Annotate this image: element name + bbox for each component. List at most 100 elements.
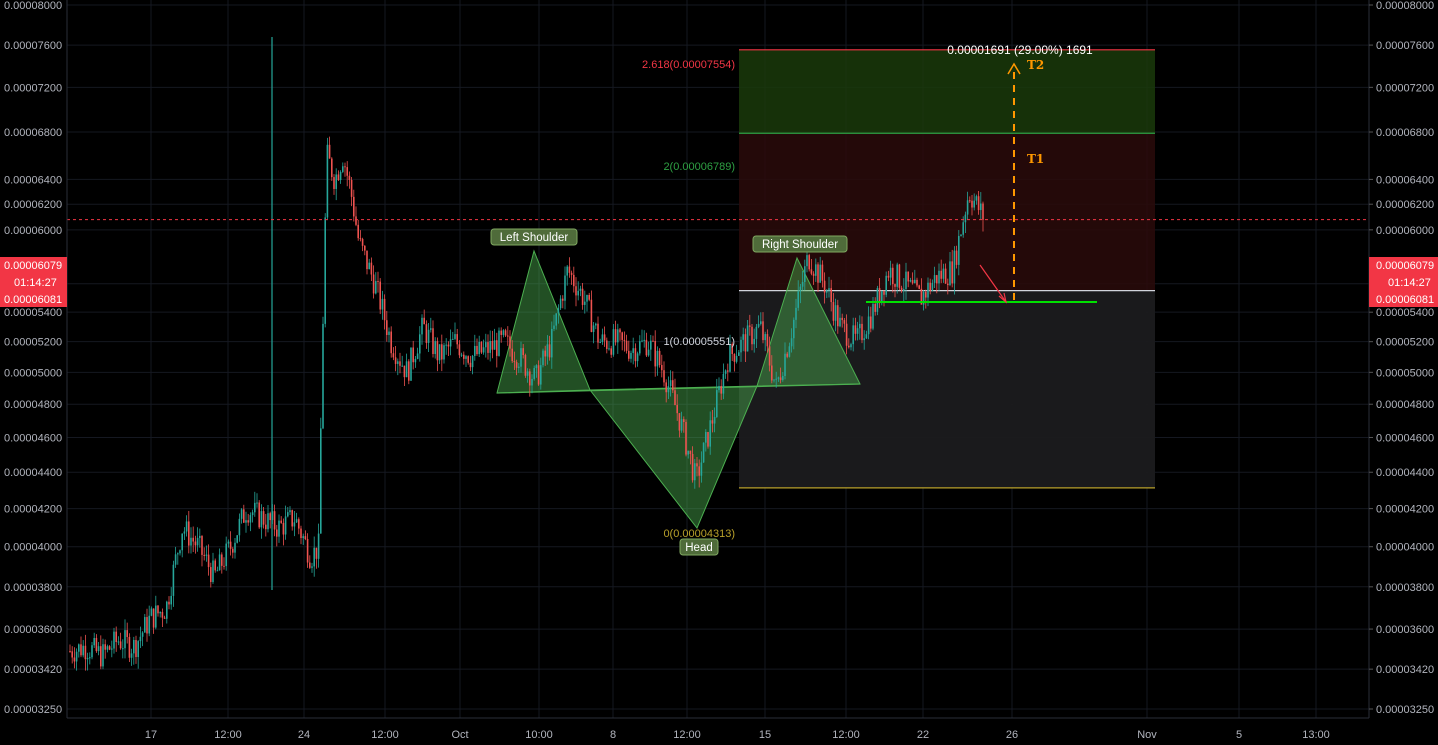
right-shoulder-tag[interactable]: Right Shoulder <box>752 235 848 253</box>
candle-body <box>135 639 137 658</box>
candle-body <box>412 347 414 363</box>
candle-body <box>166 601 168 619</box>
candle-body <box>258 502 260 528</box>
candle-body <box>949 261 951 286</box>
candle-body <box>491 341 494 350</box>
fib-label-2: 2(0.00006789) <box>663 161 735 173</box>
candle-body <box>977 196 980 211</box>
candle-body <box>711 420 714 424</box>
candle-body <box>749 325 751 327</box>
candle-body <box>735 355 738 362</box>
candle-body <box>865 334 868 339</box>
candle-body <box>423 317 425 325</box>
candle-body <box>790 338 793 347</box>
y-tick-label-right: 0.00004000 <box>1376 542 1434 554</box>
candle-body <box>394 357 397 364</box>
svg-text:01:14:27: 01:14:27 <box>14 277 57 289</box>
candle-body <box>751 326 753 345</box>
candle-body <box>300 528 302 539</box>
candle-body <box>535 365 538 369</box>
candle-body <box>441 344 443 360</box>
candle-body <box>115 631 117 642</box>
candle-body <box>276 529 278 537</box>
candle-body <box>511 348 513 362</box>
candle-body <box>892 267 894 285</box>
candle-body <box>399 361 401 366</box>
y-tick-label-right: 0.00006000 <box>1376 225 1434 237</box>
candle-body <box>333 177 335 189</box>
candle-body <box>859 323 861 329</box>
candle-body <box>388 331 390 335</box>
candle-body <box>179 550 181 554</box>
candle-body <box>482 347 485 353</box>
y-tick-label-right: 0.00003420 <box>1376 664 1434 676</box>
svg-text:0.00006081: 0.00006081 <box>4 294 62 306</box>
candle-body <box>357 224 359 239</box>
candle-body <box>225 543 227 567</box>
candle-body <box>927 282 929 298</box>
candle-body <box>680 419 683 431</box>
candle-body <box>876 288 879 312</box>
svg-text:0.00006079: 0.00006079 <box>4 260 62 272</box>
x-tick-label: 5 <box>1236 729 1242 741</box>
y-tick-label-right: 0.00003250 <box>1376 704 1434 716</box>
candle-body <box>91 645 93 658</box>
candle-body <box>291 510 293 527</box>
candle-body <box>313 547 315 567</box>
candle-body <box>936 275 938 284</box>
candle-body <box>137 641 139 658</box>
candle-body <box>705 432 707 443</box>
candle-body <box>931 282 934 291</box>
candle-body <box>896 264 898 287</box>
candle-body <box>177 553 179 555</box>
candle-body <box>390 331 392 354</box>
candle-body <box>172 564 175 596</box>
y-tick-label-left: 0.00004600 <box>4 432 62 444</box>
candle-body <box>588 294 590 300</box>
candle-body <box>227 541 230 544</box>
candle-body <box>298 519 300 529</box>
x-tick-label: Nov <box>1137 729 1157 741</box>
candle-body <box>914 279 916 284</box>
candle-body <box>524 355 527 376</box>
candle-body <box>302 536 304 539</box>
candle-body <box>148 615 150 634</box>
x-tick-label: 12:00 <box>371 729 399 741</box>
candle-body <box>669 380 672 387</box>
y-tick-label-right: 0.00006400 <box>1376 174 1434 186</box>
candle-body <box>194 541 197 546</box>
candle-body <box>456 334 458 345</box>
candle-body <box>828 288 830 291</box>
candle-body <box>867 316 870 335</box>
left-shoulder-tag[interactable]: Left Shoulder <box>490 228 578 246</box>
candle-body <box>282 522 285 535</box>
candle-body <box>522 348 524 356</box>
candle-body <box>815 264 817 276</box>
candle-body <box>832 302 835 321</box>
candle-body <box>777 377 780 379</box>
chart-root[interactable]: 0.00008000 0.00007600 0.00007200 0.00006800… <box>0 0 1438 745</box>
candle-body <box>183 531 186 534</box>
candle-body <box>766 334 769 347</box>
candle-body <box>386 320 388 335</box>
candle-body <box>410 347 412 381</box>
fib-zone-target <box>739 49 1155 134</box>
candle-body <box>834 305 837 321</box>
candle-body <box>408 361 410 381</box>
y-tick-label-left: 0.00003420 <box>4 664 62 676</box>
candle-body <box>830 288 832 303</box>
y-tick-label-right: 0.00003600 <box>1376 624 1434 636</box>
candle-body <box>269 513 271 521</box>
candle-body <box>916 279 918 286</box>
price-chart[interactable]: 0.00008000 0.00007600 0.00007200 0.00006800… <box>0 0 1438 745</box>
candle-body <box>938 270 940 284</box>
candle-body <box>199 535 201 538</box>
candle-body <box>93 637 95 646</box>
candle-body <box>837 305 839 327</box>
head-tag[interactable]: Head <box>679 538 719 556</box>
candle-body <box>430 328 432 330</box>
candle-body <box>265 524 267 530</box>
candle-body <box>515 362 518 368</box>
candle-body <box>73 657 76 662</box>
candle-body <box>320 428 322 534</box>
